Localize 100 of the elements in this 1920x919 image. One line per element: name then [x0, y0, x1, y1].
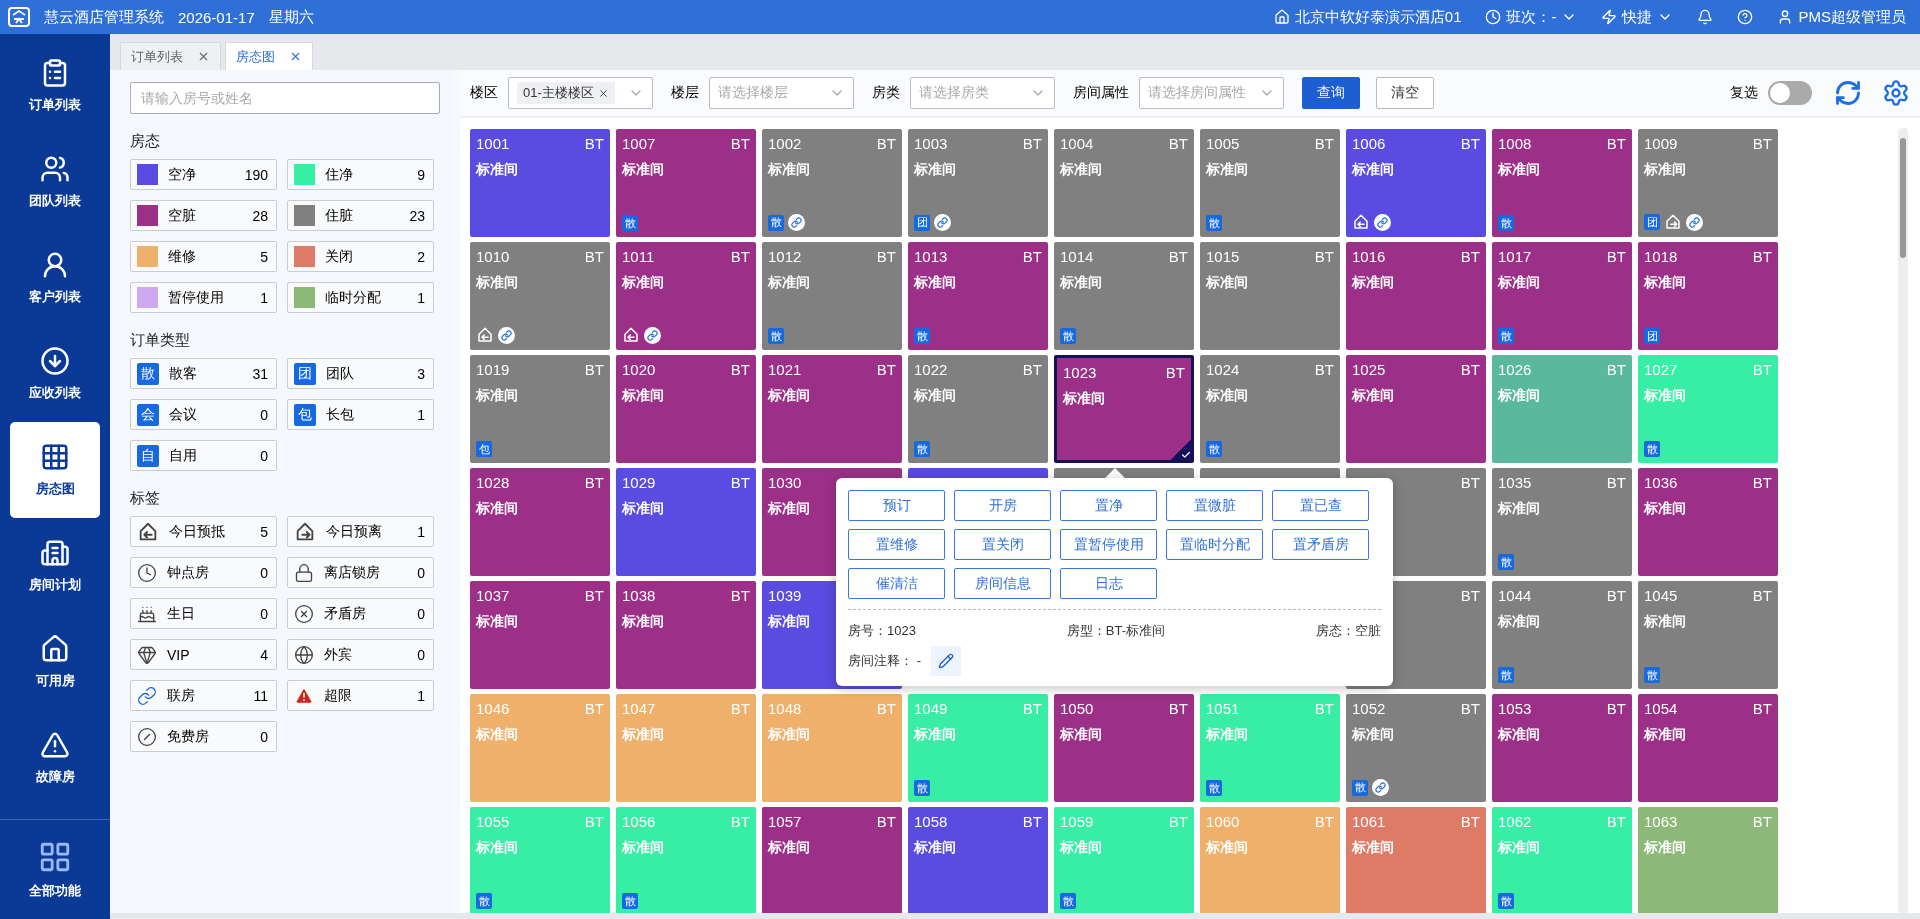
room-tile[interactable]: 1021 BT 标准间 [762, 355, 902, 463]
room-tile[interactable]: 1020 BT 标准间 [616, 355, 756, 463]
room-tile[interactable]: 1050 BT 标准间 [1054, 694, 1194, 802]
room-tile[interactable]: 1027 BT 标准间 散 [1638, 355, 1778, 463]
search-field[interactable]: 请输入房号或姓名 [130, 82, 440, 114]
room-status-filter[interactable]: 关闭 2 [287, 241, 434, 272]
action-button[interactable]: 置维修 [848, 529, 945, 560]
room-tile[interactable]: 1044 BT 标准间 散 [1492, 581, 1632, 689]
room-tile[interactable]: 1002 BT 标准间 散 [762, 129, 902, 237]
help-icon[interactable] [1737, 9, 1754, 25]
nav-item[interactable]: 故障房 [10, 710, 100, 806]
tag-filter[interactable]: 外宾 0 [287, 639, 434, 670]
edit-button[interactable] [930, 646, 961, 676]
action-button[interactable]: 置矛盾房 [1272, 529, 1369, 560]
nav-item[interactable]: 应收列表 [10, 326, 100, 422]
nav-item[interactable]: 团队列表 [10, 134, 100, 230]
room-status-filter[interactable]: 住脏 23 [287, 200, 434, 231]
tag-filter[interactable]: 联房 11 [130, 680, 277, 711]
room-tile[interactable]: 1017 BT 标准间 散 [1492, 242, 1632, 350]
order-type-filter[interactable]: 自 自用 0 [130, 440, 277, 471]
room-tile[interactable]: 1005 BT 标准间 散 [1200, 129, 1340, 237]
page-tab[interactable]: 房态图 [225, 42, 313, 70]
room-tile[interactable]: 1029 BT 标准间 [616, 468, 756, 576]
nav-item[interactable]: 客户列表 [10, 230, 100, 326]
room-tile[interactable]: 1001 BT 标准间 [470, 129, 610, 237]
shift-menu[interactable]: 班次：- [1485, 7, 1578, 27]
room-tile[interactable]: 1014 BT 标准间 散 [1054, 242, 1194, 350]
room-tile[interactable]: 1054 BT 标准间 [1638, 694, 1778, 802]
room-tile[interactable]: 1006 BT 标准间 [1346, 129, 1486, 237]
room-tile[interactable]: 1003 BT 标准间 团 [908, 129, 1048, 237]
clear-button[interactable]: 清空 [1376, 77, 1434, 109]
order-type-filter[interactable]: 会 会议 0 [130, 399, 277, 430]
action-button[interactable]: 开房 [954, 490, 1051, 521]
action-button[interactable]: 置临时分配 [1166, 529, 1263, 560]
tag-filter[interactable]: 超限 1 [287, 680, 434, 711]
action-button[interactable]: 房间信息 [954, 568, 1051, 599]
room-tile[interactable]: 1018 BT 标准间 团 [1638, 242, 1778, 350]
quick-menu[interactable]: 快捷 [1601, 7, 1674, 27]
user-menu[interactable]: PMS超级管理员 [1777, 7, 1906, 27]
room-tile[interactable]: 1012 BT 标准间 散 [762, 242, 902, 350]
room-tile[interactable]: 1051 BT 标准间 散 [1200, 694, 1340, 802]
tag-filter[interactable]: VIP 4 [130, 639, 277, 670]
room-status-filter[interactable]: 空净 190 [130, 159, 277, 190]
tag-filter[interactable]: 离店锁房 0 [287, 557, 434, 588]
room-tile[interactable]: 1022 BT 标准间 散 [908, 355, 1048, 463]
room-tile[interactable]: 1049 BT 标准间 散 [908, 694, 1048, 802]
room-tile[interactable]: 1055 BT 标准间 散 [470, 807, 610, 913]
close-icon[interactable] [289, 50, 302, 63]
order-type-filter[interactable]: 团 团队 3 [287, 358, 434, 389]
action-button[interactable]: 置关闭 [954, 529, 1051, 560]
room-tile[interactable]: 1015 BT 标准间 [1200, 242, 1340, 350]
multi-select-toggle[interactable] [1768, 81, 1812, 105]
close-icon[interactable] [597, 87, 609, 99]
order-type-filter[interactable]: 包 长包 1 [287, 399, 434, 430]
room-status-filter[interactable]: 临时分配 1 [287, 282, 434, 313]
notification-icon[interactable] [1697, 9, 1714, 25]
tag-filter[interactable]: 钟点房 0 [130, 557, 277, 588]
room-tile[interactable]: 1025 BT 标准间 [1346, 355, 1486, 463]
nav-item[interactable]: 房间计划 [10, 518, 100, 614]
nav-item[interactable]: 订单列表 [10, 38, 100, 134]
query-button[interactable]: 查询 [1302, 77, 1360, 109]
select-field[interactable]: 01-主楼楼区 [508, 77, 653, 109]
tag-filter[interactable]: 免费房 0 [130, 721, 277, 752]
room-tile[interactable]: 1045 BT 标准间 散 [1638, 581, 1778, 689]
room-tile[interactable]: 1035 BT 标准间 散 [1492, 468, 1632, 576]
room-tile[interactable]: 1058 BT 标准间 [908, 807, 1048, 913]
room-tile[interactable]: 1062 BT 标准间 散 [1492, 807, 1632, 913]
tag-filter[interactable]: 生日 0 [130, 598, 277, 629]
tag-filter[interactable]: 今日预抵 5 [130, 516, 277, 547]
action-button[interactable]: 置净 [1060, 490, 1157, 521]
page-tab[interactable]: 订单列表 [120, 42, 221, 70]
tag-filter[interactable]: 今日预离 1 [287, 516, 434, 547]
action-button[interactable]: 催清洁 [848, 568, 945, 599]
tag-filter[interactable]: 矛盾房 0 [287, 598, 434, 629]
room-tile[interactable]: 1059 BT 标准间 散 [1054, 807, 1194, 913]
room-tile[interactable]: 1007 BT 标准间 散 [616, 129, 756, 237]
room-tile[interactable]: 1053 BT 标准间 [1492, 694, 1632, 802]
action-button[interactable]: 置已查 [1272, 490, 1369, 521]
scrollbar[interactable] [1898, 128, 1908, 913]
room-status-filter[interactable]: 维修 5 [130, 241, 277, 272]
room-tile[interactable]: 1024 BT 标准间 散 [1200, 355, 1340, 463]
room-status-filter[interactable]: 暂停使用 1 [130, 282, 277, 313]
room-tile[interactable]: 1036 BT 标准间 [1638, 468, 1778, 576]
nav-item[interactable]: 房态图 [10, 422, 100, 518]
room-tile[interactable]: 1052 BT 标准间 散 [1346, 694, 1486, 802]
room-tile[interactable]: 1037 BT 标准间 [470, 581, 610, 689]
room-tile[interactable]: 1057 BT 标准间 [762, 807, 902, 913]
room-tile[interactable]: 1009 BT 标准间 团 [1638, 129, 1778, 237]
refresh-icon[interactable] [1834, 79, 1862, 107]
room-tile[interactable]: 1023 BT 标准间 [1054, 355, 1194, 463]
room-tile[interactable]: 1038 BT 标准间 [616, 581, 756, 689]
action-button[interactable]: 置微脏 [1166, 490, 1263, 521]
hotel-selector[interactable]: 北京中软好泰演示酒店01 [1273, 7, 1462, 27]
room-tile[interactable]: 1011 BT 标准间 [616, 242, 756, 350]
room-tile[interactable]: 1016 BT 标准间 [1346, 242, 1486, 350]
room-status-filter[interactable]: 住净 9 [287, 159, 434, 190]
room-tile[interactable]: 1008 BT 标准间 散 [1492, 129, 1632, 237]
room-tile[interactable]: 1028 BT 标准间 [470, 468, 610, 576]
room-status-filter[interactable]: 空脏 28 [130, 200, 277, 231]
action-button[interactable]: 日志 [1060, 568, 1157, 599]
